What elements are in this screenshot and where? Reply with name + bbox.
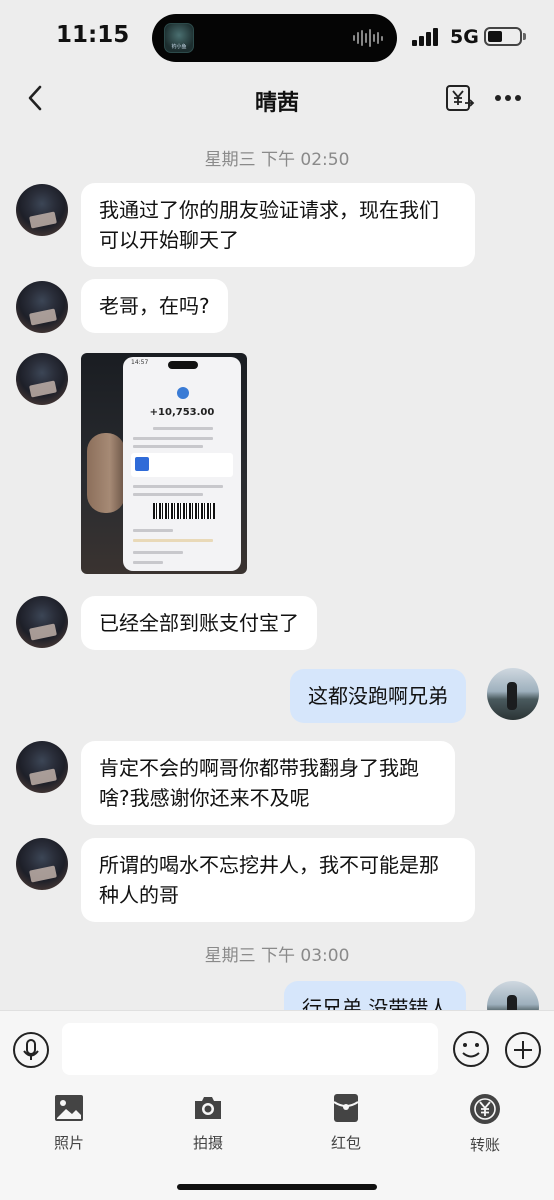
photo-icon: [55, 1095, 83, 1121]
transfer-icon: [470, 1094, 500, 1124]
voice-input-icon[interactable]: [12, 1031, 50, 1069]
photo-label: 照片: [53, 1134, 84, 1152]
more-dots-icon[interactable]: [495, 95, 523, 103]
audio-wave-icon: [353, 29, 383, 47]
barcode: [153, 503, 215, 519]
camera-icon: [195, 1097, 221, 1119]
message-bubble[interactable]: 行兄弟 没带错人: [284, 981, 467, 1010]
message-bubble[interactable]: 老哥，在吗?: [81, 279, 228, 333]
red-packet-icon: [333, 1094, 359, 1122]
transfer-button[interactable]: 转账: [445, 1092, 525, 1162]
red-packet-button[interactable]: 红包: [306, 1092, 386, 1162]
yuan-transfer-icon[interactable]: [445, 83, 475, 113]
payment-screenshot: 14:57 +10,753.00: [123, 357, 241, 571]
timestamp: 星期三 下午 03:00: [204, 946, 350, 966]
status-bar: 11:15 钓小鱼 5G: [0, 0, 554, 75]
avatar[interactable]: [16, 741, 68, 793]
chat-toolbar: 照片 拍摄 红包 转账: [0, 1086, 554, 1200]
status-time: 11:15: [56, 22, 130, 48]
avatar[interactable]: [487, 981, 539, 1010]
avatar[interactable]: [16, 353, 68, 405]
message-input[interactable]: [62, 1023, 438, 1075]
image-message[interactable]: 14:57 +10,753.00: [81, 353, 247, 574]
camera-button[interactable]: 拍摄: [168, 1092, 248, 1162]
cellular-signal-icon: [412, 28, 440, 46]
message-bubble[interactable]: 肯定不会的啊哥你都带我翻身了我跑啥?我感谢你还来不及呢: [81, 741, 455, 825]
transfer-label: 转账: [469, 1136, 500, 1154]
alipay-icon: [177, 387, 189, 399]
dynamic-island[interactable]: 钓小鱼: [152, 14, 397, 62]
plus-icon[interactable]: [504, 1031, 542, 1069]
photo-button[interactable]: 照片: [29, 1092, 109, 1162]
chevron-left-icon[interactable]: [22, 83, 52, 113]
thumbnail-text: 钓小鱼: [171, 44, 187, 50]
now-playing-thumbnail: 钓小鱼: [164, 23, 194, 53]
chat-header: 晴茜: [0, 75, 554, 123]
home-indicator[interactable]: [177, 1184, 377, 1190]
avatar[interactable]: [16, 184, 68, 236]
avatar[interactable]: [16, 838, 68, 890]
input-bar: [0, 1010, 554, 1086]
red-packet-label: 红包: [330, 1134, 361, 1152]
message-bubble[interactable]: 这都没跑啊兄弟: [290, 669, 466, 723]
message-bubble[interactable]: 所谓的喝水不忘挖井人，我不可能是那种人的哥: [81, 838, 475, 922]
chat-messages[interactable]: 星期三 下午 02:50 我通过了你的朋友验证请求，现在我们可以开始聊天了 老哥…: [0, 123, 554, 1010]
camera-label: 拍摄: [192, 1134, 223, 1152]
battery-icon: [484, 27, 526, 46]
message-bubble[interactable]: 已经全部到账支付宝了: [81, 596, 317, 650]
message-bubble[interactable]: 我通过了你的朋友验证请求，现在我们可以开始聊天了: [81, 183, 475, 267]
screenshot-amount: +10,753.00: [149, 407, 215, 418]
avatar[interactable]: [16, 596, 68, 648]
avatar[interactable]: [16, 281, 68, 333]
finger-photo-detail: [87, 433, 125, 513]
network-type: 5G: [450, 26, 479, 48]
avatar[interactable]: [487, 668, 539, 720]
emoji-icon[interactable]: [451, 1029, 491, 1069]
timestamp: 星期三 下午 02:50: [204, 150, 350, 170]
